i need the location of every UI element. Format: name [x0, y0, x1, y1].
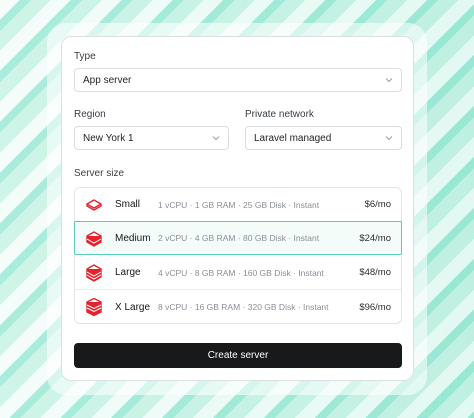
- size-label: Server size: [74, 168, 125, 179]
- size-name: Small: [115, 199, 141, 210]
- server-stack-icon: [86, 231, 102, 247]
- size-price: $48/mo: [359, 267, 391, 278]
- size-name: X Large: [115, 301, 151, 313]
- create-server-button[interactable]: Create server: [74, 343, 402, 368]
- size-name: Medium: [115, 232, 151, 244]
- size-spec: 1 vCPU · 1 GB RAM · 25 GB Disk · Instant: [158, 199, 320, 210]
- type-select[interactable]: App server: [74, 68, 402, 92]
- size-spec: 8 vCPU · 16 GB RAM · 320 GB Disk · Insta…: [158, 302, 329, 312]
- size-price: $24/mo: [359, 232, 391, 244]
- server-stack-icon: [86, 199, 102, 211]
- chevron-down-icon: [385, 136, 393, 141]
- type-value: App server: [83, 74, 132, 86]
- create-server-form: Type App server Region New York 1 Privat…: [61, 36, 414, 381]
- chevron-down-icon: [212, 136, 220, 141]
- size-price: $6/mo: [364, 199, 391, 210]
- network-label: Private network: [245, 109, 314, 120]
- region-select[interactable]: New York 1: [74, 126, 229, 150]
- chevron-down-icon: [385, 78, 393, 83]
- network-select[interactable]: Laravel managed: [245, 126, 402, 150]
- network-value: Laravel managed: [254, 132, 332, 144]
- size-option-medium[interactable]: Medium 2 vCPU · 4 GB RAM · 80 GB Disk · …: [74, 221, 402, 255]
- region-value: New York 1: [83, 132, 134, 144]
- server-size-list: Small 1 vCPU · 1 GB RAM · 25 GB Disk · I…: [74, 187, 402, 324]
- region-label: Region: [74, 109, 106, 120]
- size-option-small[interactable]: Small 1 vCPU · 1 GB RAM · 25 GB Disk · I…: [75, 188, 401, 222]
- server-stack-icon: [86, 264, 102, 282]
- size-price: $96/mo: [359, 301, 391, 313]
- size-option-large[interactable]: Large 4 vCPU · 8 GB RAM · 160 GB Disk · …: [75, 256, 401, 290]
- size-name: Large: [115, 267, 141, 278]
- size-spec: 2 vCPU · 4 GB RAM · 80 GB Disk · Instant: [158, 233, 320, 243]
- type-label: Type: [74, 51, 96, 62]
- size-option-x-large[interactable]: X Large 8 vCPU · 16 GB RAM · 320 GB Disk…: [75, 290, 401, 324]
- server-stack-icon: [86, 298, 102, 316]
- size-spec: 4 vCPU · 8 GB RAM · 160 GB Disk · Instan…: [158, 267, 324, 278]
